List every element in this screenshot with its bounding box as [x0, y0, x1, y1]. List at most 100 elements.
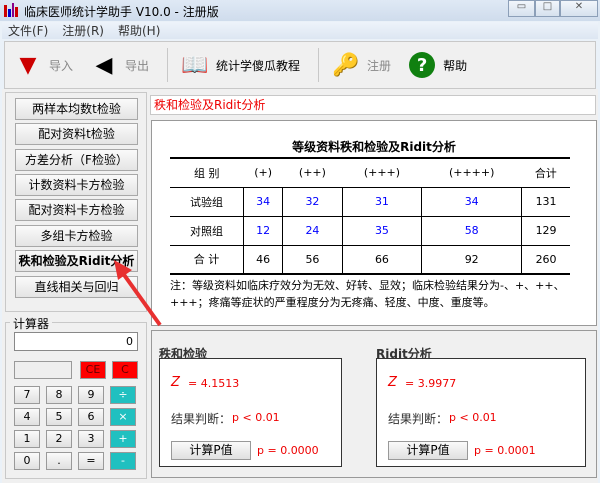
- toolbar-divider: [318, 48, 320, 82]
- calc-key[interactable]: 0: [14, 452, 40, 470]
- window-title: 临床医师统计学助手 V10.0 - 注册版: [24, 5, 219, 19]
- ridit-result-box: Z = 3.9977 结果判断： p < 0.01 计算P值 p = 0.000…: [376, 358, 586, 467]
- calc-key[interactable]: 3: [78, 430, 104, 448]
- calc-key[interactable]: =: [78, 452, 104, 470]
- calc-key[interactable]: 6: [78, 408, 104, 426]
- minimize-button[interactable]: ▭: [508, 0, 535, 17]
- calculator-title: 计算器: [10, 315, 53, 332]
- row-label: 对照组: [190, 224, 224, 238]
- row-total: 131: [521, 187, 570, 216]
- value-input[interactable]: 35: [341, 216, 422, 245]
- ridit-z-value: = 3.9977: [405, 377, 457, 390]
- value-input[interactable]: 24: [282, 216, 343, 245]
- import-button[interactable]: ▼ 导入: [15, 52, 73, 78]
- menu-file[interactable]: 文件(F): [8, 22, 48, 39]
- rank-sum-result-box: Z = 4.1513 结果判断： p < 0.01 计算P值 p = 0.000…: [159, 358, 342, 467]
- header-cell: (++++): [448, 166, 495, 180]
- ridit-judgement: p < 0.01: [449, 411, 497, 424]
- value-input[interactable]: 34: [243, 187, 283, 216]
- row-label: 试验组: [190, 195, 224, 209]
- calc-c-button[interactable]: C: [112, 361, 138, 379]
- nav-two-sample-t-test[interactable]: 两样本均数t检验: [15, 98, 138, 120]
- header-cell: (++): [298, 166, 326, 180]
- table-note: 注：等级资料如临床疗效分为无效、好转、显效；临床检验结果分为-、+、++、+++…: [170, 279, 565, 309]
- ridit-p-value: p = 0.0001: [474, 444, 536, 457]
- rank-sum-p-value: p = 0.0000: [257, 444, 319, 457]
- calculator-display[interactable]: 0: [14, 332, 138, 351]
- z-label: Z: [171, 375, 180, 390]
- z-label: Z: [388, 375, 397, 390]
- judge-label: 结果判断：: [388, 412, 449, 426]
- table-header-row: 组 别 (+) (++) (+++) (++++) 合计: [170, 158, 570, 187]
- table-row: 试验组 34 32 31 34 131: [170, 187, 570, 216]
- nav-anova[interactable]: 方差分析（F检验）: [15, 149, 138, 171]
- toolbar-divider: [167, 48, 169, 82]
- export-arrow-icon: ◀: [95, 52, 113, 78]
- nav-multi-group-chi-square[interactable]: 多组卡方检验: [15, 225, 138, 247]
- maximize-button[interactable]: □: [535, 0, 560, 17]
- help-question-icon: ?: [409, 52, 436, 78]
- value-input[interactable]: 31: [341, 187, 422, 216]
- value-input[interactable]: 58: [421, 216, 522, 245]
- calc-key[interactable]: 1: [14, 430, 40, 448]
- grade-data-table: 组 别 (+) (++) (+++) (++++) 合计 试验组 34 32 3…: [170, 157, 570, 275]
- column-total: 56: [282, 245, 343, 274]
- calc-key[interactable]: 8: [46, 386, 72, 404]
- calc-ce-button[interactable]: CE: [80, 361, 106, 379]
- book-icon: 📖: [181, 52, 209, 78]
- toolbar: ▼ 导入 ◀ 导出 📖 统计学傻瓜教程 🔑 注册 ? 帮助: [4, 41, 596, 89]
- nav-rank-sum-ridit[interactable]: 秩和检验及Ridit分析: [15, 250, 138, 272]
- table-total-row: 合 计 46 56 66 92 260: [170, 245, 570, 274]
- app-chart-icon: [4, 3, 18, 17]
- menu-bar: 文件(F) 注册(R) 帮助(H): [2, 22, 598, 39]
- row-total: 129: [521, 216, 570, 245]
- rank-sum-z-value: = 4.1513: [188, 377, 240, 390]
- calc-key[interactable]: 5: [46, 408, 72, 426]
- header-cell: 合计: [534, 166, 557, 180]
- export-button[interactable]: ◀ 导出: [91, 52, 149, 78]
- nav-paired-t-test[interactable]: 配对资料t检验: [15, 123, 138, 145]
- tutorial-button[interactable]: 📖 统计学傻瓜教程: [181, 52, 300, 78]
- nav-paired-chi-square[interactable]: 配对资料卡方检验: [15, 199, 138, 221]
- calc-key[interactable]: 4: [14, 408, 40, 426]
- calc-key[interactable]: ×: [110, 408, 136, 426]
- row-label: 合 计: [193, 253, 220, 267]
- close-button[interactable]: ✕: [560, 0, 598, 17]
- menu-help[interactable]: 帮助(H): [118, 22, 160, 39]
- analysis-menu-panel: 两样本均数t检验 配对资料t检验 方差分析（F检验） 计数资料卡方检验 配对资料…: [5, 92, 147, 312]
- nav-correlation-regression[interactable]: 直线相关与回归: [15, 276, 138, 298]
- ridit-calc-p-button[interactable]: 计算P值: [388, 441, 468, 460]
- calc-key[interactable]: 9: [78, 386, 104, 404]
- calc-key[interactable]: ÷: [110, 386, 136, 404]
- help-button[interactable]: ? 帮助: [409, 52, 467, 78]
- header-cell: (+++): [363, 166, 401, 180]
- judge-label: 结果判断：: [171, 412, 232, 426]
- rank-sum-calc-p-button[interactable]: 计算P值: [171, 441, 251, 460]
- title-bar: 临床医师统计学助手 V10.0 - 注册版 ▭ □ ✕: [0, 0, 600, 21]
- table-title: 等级资料秩和检验及Ridit分析: [292, 140, 456, 154]
- calc-key[interactable]: -: [110, 452, 136, 470]
- section-title: 秩和检验及Ridit分析: [150, 95, 596, 115]
- results-panel: 秩和检验 Z = 4.1513 结果判断： p < 0.01 计算P值 p = …: [151, 330, 597, 478]
- calculator-memory: [14, 361, 72, 379]
- rank-sum-judgement: p < 0.01: [232, 411, 280, 424]
- value-input[interactable]: 12: [243, 216, 283, 245]
- nav-count-chi-square[interactable]: 计数资料卡方检验: [15, 174, 138, 196]
- calc-key[interactable]: 7: [14, 386, 40, 404]
- key-icon: 🔑: [332, 52, 360, 78]
- menu-register[interactable]: 注册(R): [62, 22, 104, 39]
- value-input[interactable]: 34: [421, 187, 522, 216]
- column-total: 46: [243, 245, 283, 274]
- column-total: 92: [421, 245, 522, 274]
- header-cell: 组 别: [194, 166, 220, 180]
- grand-total: 260: [521, 245, 570, 274]
- header-cell: (+): [254, 166, 273, 180]
- calc-key[interactable]: .: [46, 452, 72, 470]
- register-button[interactable]: 🔑 注册: [332, 52, 391, 78]
- calc-key[interactable]: 2: [46, 430, 72, 448]
- column-total: 66: [341, 245, 422, 274]
- data-table-panel: 等级资料秩和检验及Ridit分析 组 别 (+) (++) (+++) (+++…: [151, 120, 597, 326]
- calc-key[interactable]: +: [110, 430, 136, 448]
- table-row: 对照组 12 24 35 58 129: [170, 216, 570, 245]
- value-input[interactable]: 32: [282, 187, 343, 216]
